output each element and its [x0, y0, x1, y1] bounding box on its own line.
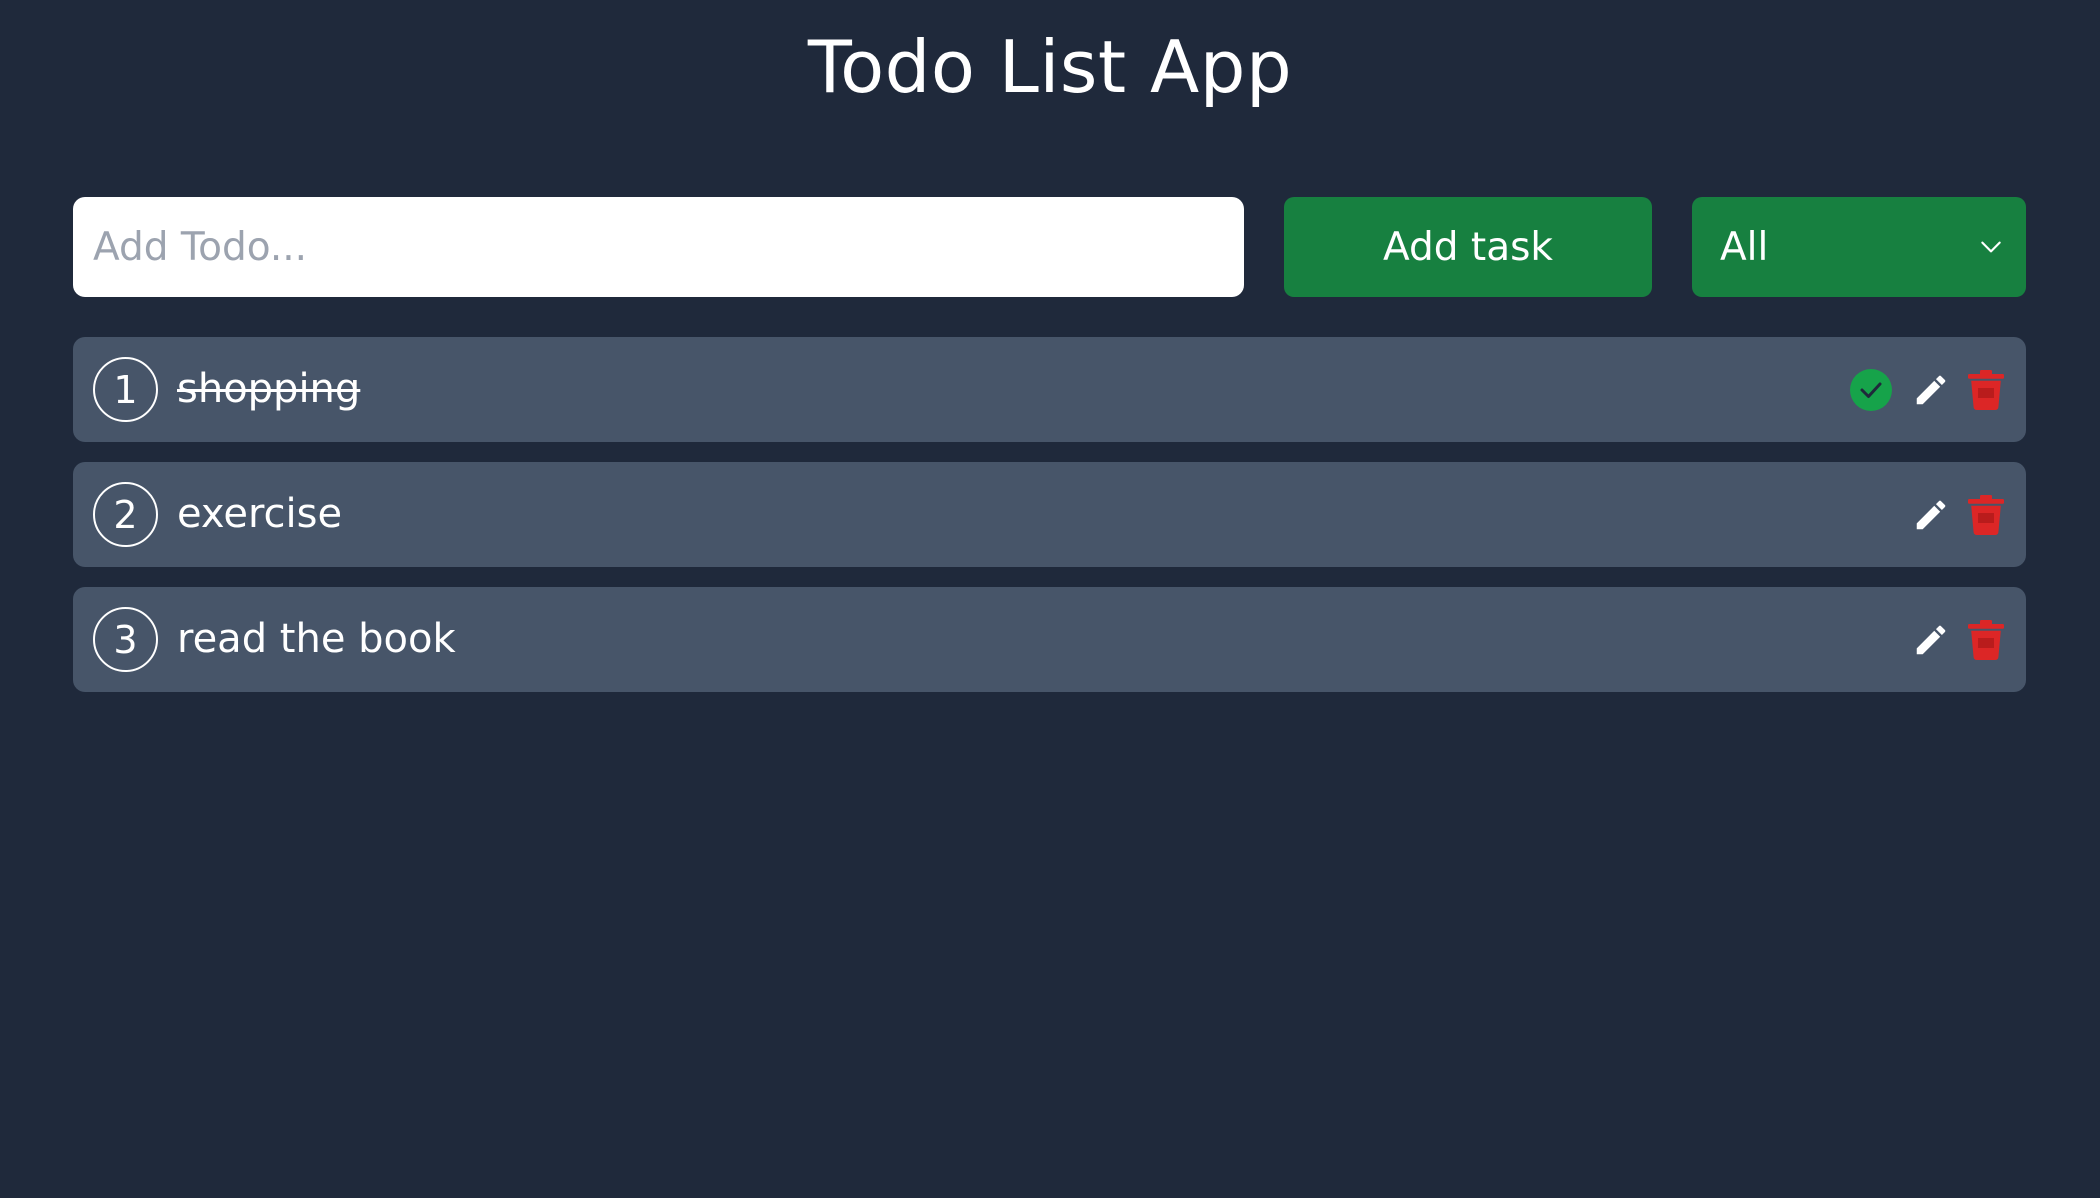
- todo-number-badge: 3: [93, 607, 158, 672]
- todo-text: shopping: [177, 366, 361, 412]
- todo-text: read the book: [177, 616, 456, 662]
- page-title: Todo List App: [807, 25, 1293, 109]
- trash-icon[interactable]: [1968, 619, 2004, 660]
- todo-form: Add task All: [73, 197, 2026, 297]
- todo-text: exercise: [177, 491, 343, 537]
- todo-item: 2 exercise: [73, 462, 2026, 567]
- pencil-icon[interactable]: [1912, 496, 1950, 534]
- todo-number-badge: 2: [93, 482, 158, 547]
- todo-list: 1 shopping 2 exercise 3 read the book: [73, 337, 2026, 712]
- chevron-down-icon: [1978, 234, 2004, 260]
- filter-select[interactable]: All: [1692, 197, 2026, 297]
- todo-actions: [1912, 587, 2004, 692]
- filter-selected-value: All: [1720, 224, 1769, 270]
- add-task-button[interactable]: Add task: [1284, 197, 1652, 297]
- todo-number-badge: 1: [93, 357, 158, 422]
- check-circle-icon[interactable]: [1850, 368, 1892, 411]
- trash-icon[interactable]: [1968, 369, 2004, 410]
- todo-item: 1 shopping: [73, 337, 2026, 442]
- todo-actions: [1912, 462, 2004, 567]
- todo-actions: [1850, 337, 2004, 442]
- pencil-icon[interactable]: [1912, 621, 1950, 659]
- todo-item: 3 read the book: [73, 587, 2026, 692]
- pencil-icon[interactable]: [1912, 371, 1950, 409]
- trash-icon[interactable]: [1968, 494, 2004, 535]
- add-todo-input[interactable]: [73, 197, 1244, 297]
